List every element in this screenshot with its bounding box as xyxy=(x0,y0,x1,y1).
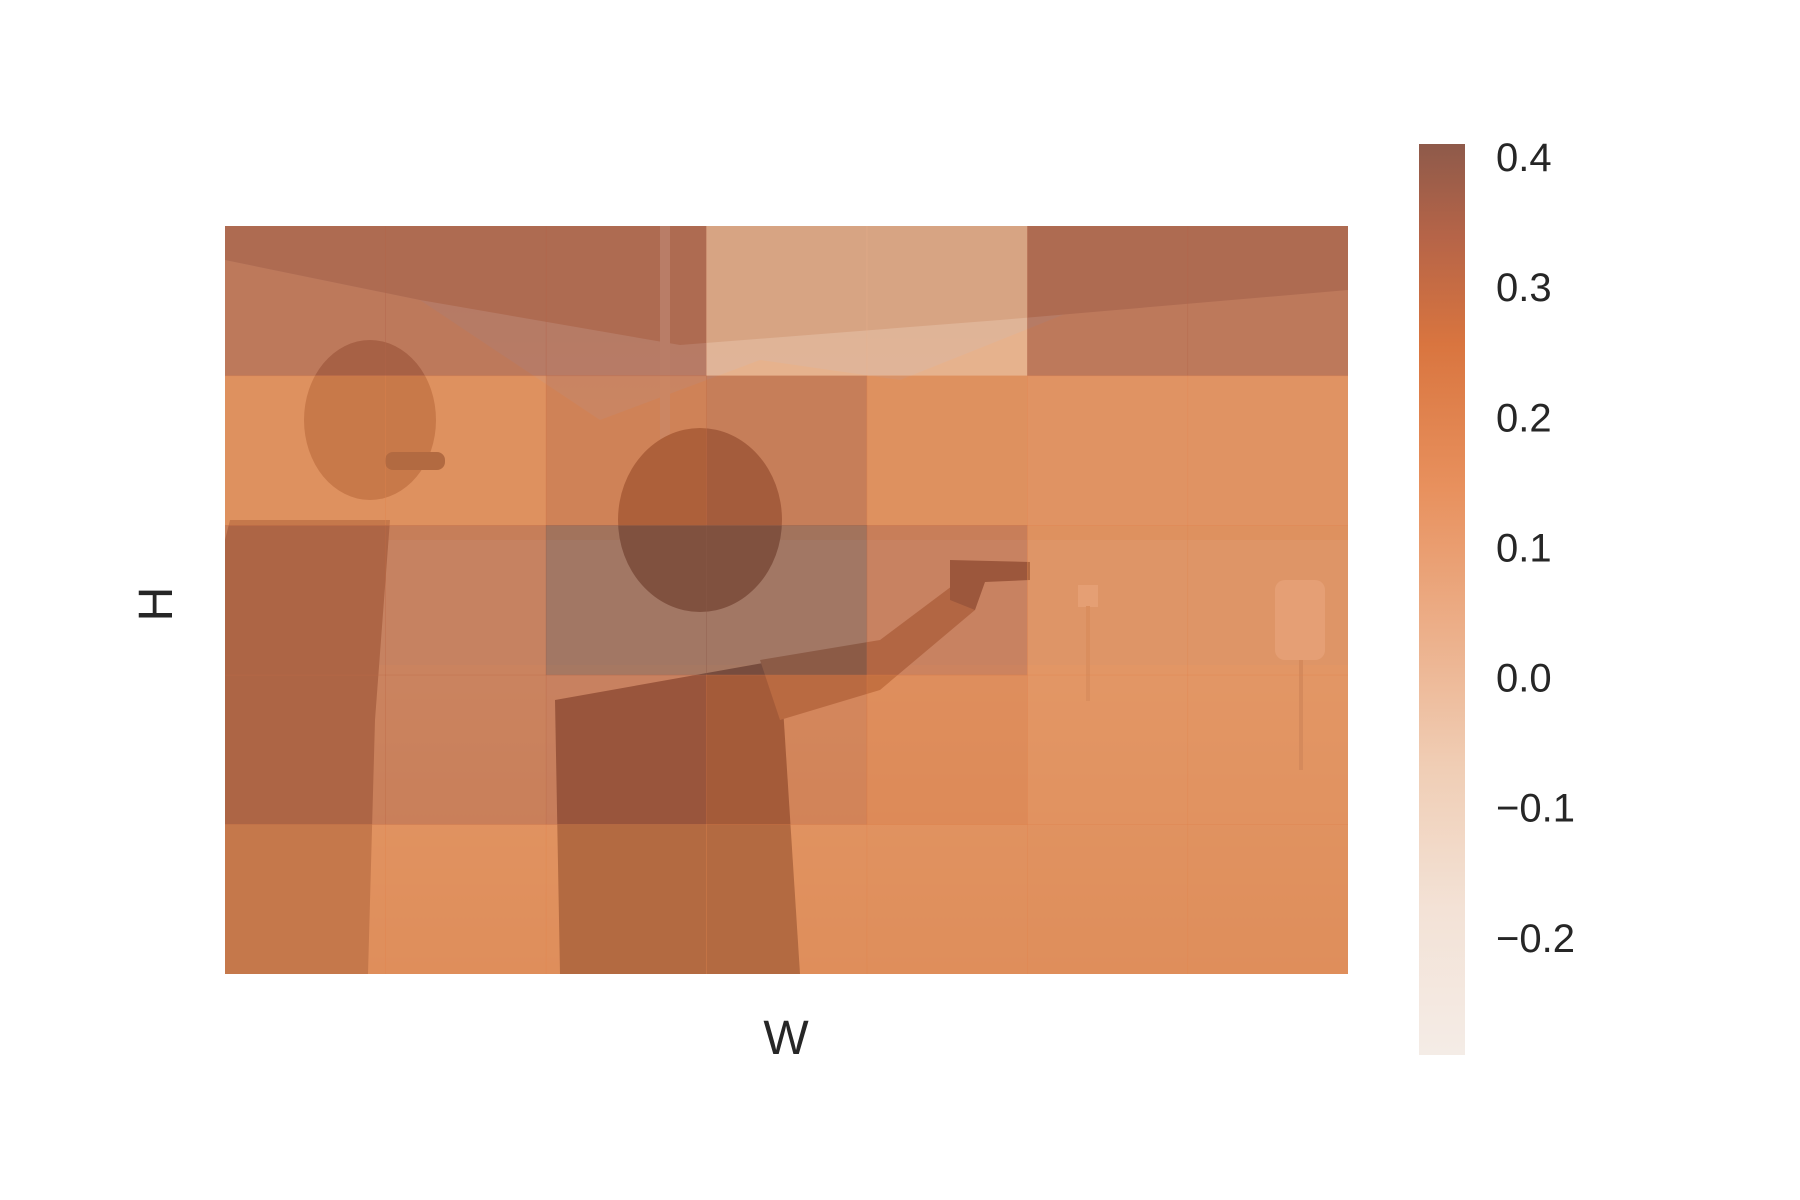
heatmap-cell-r2-c4 xyxy=(866,525,1028,676)
heatmap-cell-r2-c1 xyxy=(385,525,547,676)
heatmap-cell-r1-c4 xyxy=(866,375,1028,526)
heatmap-cell-r1-c2 xyxy=(545,375,707,526)
heatmap-cell-r4-c6 xyxy=(1187,824,1348,974)
heatmap-cell-r4-c3 xyxy=(706,824,868,974)
colorbar-tick-label: 0.3 xyxy=(1496,266,1552,310)
heatmap-cell-r4-c0 xyxy=(225,824,386,974)
colorbar-tick-label: 0.4 xyxy=(1496,136,1552,180)
heatmap-cell-r0-c0 xyxy=(225,226,386,377)
colorbar-tick-label: 0.2 xyxy=(1496,396,1552,440)
heatmap-cell-r3-c2 xyxy=(545,674,707,825)
heatmap-cell-r2-c2 xyxy=(545,525,707,676)
heatmap-cell-r3-c1 xyxy=(385,674,547,825)
heatmap-cells xyxy=(225,226,1348,974)
heatmap-cell-r1-c5 xyxy=(1027,375,1189,526)
heatmap-cell-r3-c4 xyxy=(866,674,1028,825)
colorbar-tick-label: −0.1 xyxy=(1496,787,1575,831)
heatmap-cell-r3-c3 xyxy=(706,674,868,825)
colorbar-tick-label: −0.2 xyxy=(1496,917,1575,961)
colorbar xyxy=(1419,144,1465,1055)
heatmap-cell-r1-c3 xyxy=(706,375,868,526)
heatmap-cell-r4-c5 xyxy=(1027,824,1189,974)
heatmap-cell-r2-c0 xyxy=(225,525,386,676)
heatmap-cell-r0-c3 xyxy=(706,226,868,377)
heatmap-cell-r1-c0 xyxy=(225,375,386,526)
heatmap-cell-r0-c4 xyxy=(866,226,1028,377)
heatmap-cell-r3-c0 xyxy=(225,674,386,825)
heatmap-cell-r2-c3 xyxy=(706,525,868,676)
heatmap-cell-r0-c5 xyxy=(1027,226,1189,377)
heatmap-cell-r3-c5 xyxy=(1027,674,1189,825)
heatmap-cell-r4-c4 xyxy=(866,824,1028,974)
heatmap-cell-r0-c6 xyxy=(1187,226,1348,377)
heatmap-cell-r1-c1 xyxy=(385,375,547,526)
heatmap-cell-r2-c6 xyxy=(1187,525,1348,676)
heatmap-cell-r4-c1 xyxy=(385,824,547,974)
x-axis-label: W xyxy=(763,1012,809,1065)
y-axis-label: H xyxy=(130,587,183,622)
heatmap-cell-r1-c6 xyxy=(1187,375,1348,526)
heatmap-cell-r3-c6 xyxy=(1187,674,1348,825)
heatmap-cell-r4-c2 xyxy=(545,824,707,974)
colorbar-tick-label: 0.0 xyxy=(1496,657,1552,701)
heatmap-cell-r2-c5 xyxy=(1027,525,1189,676)
heatmap-cell-r0-c2 xyxy=(545,226,707,377)
colorbar-tick-label: 0.1 xyxy=(1496,526,1552,570)
heatmap-figure: W H 0.4 0.3 0.2 0.1 0.0 −0.1 −0.2 xyxy=(130,136,1575,1065)
heatmap-cell-r0-c1 xyxy=(385,226,547,377)
colorbar-tick-labels: 0.4 0.3 0.2 0.1 0.0 −0.1 −0.2 xyxy=(1496,136,1575,961)
